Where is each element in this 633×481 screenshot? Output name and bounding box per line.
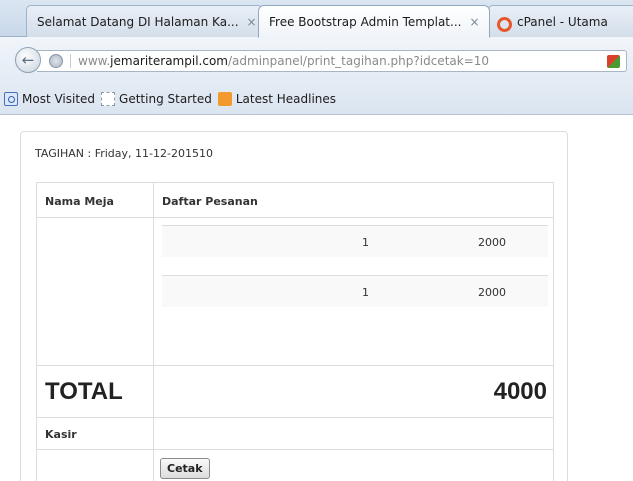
page-title: TAGIHAN : Friday, 11-12-201510 — [35, 147, 213, 160]
item-quantity: 1 — [362, 286, 369, 299]
back-button[interactable]: ← — [15, 47, 41, 73]
total-value: 4000 — [153, 365, 554, 418]
print-button-cell: Cetak — [153, 449, 554, 481]
column-header-daftar-pesanan: Daftar Pesanan — [153, 182, 554, 218]
bookmark-most-visited[interactable]: Most Visited — [4, 91, 95, 106]
bookmarks-bar: Most Visited Getting Started Latest Head… — [0, 83, 633, 115]
page-icon — [101, 91, 116, 106]
rss-icon — [217, 91, 232, 106]
bookmark-getting-started[interactable]: Getting Started — [101, 91, 212, 106]
list-item: 1 2000 — [162, 275, 548, 307]
total-label: TOTAL — [36, 365, 154, 418]
print-button[interactable]: Cetak — [160, 458, 210, 479]
url-separator — [70, 54, 71, 68]
empty-cell — [36, 449, 154, 481]
tab-label: Free Bootstrap Admin Templat... — [269, 14, 462, 29]
tab-strip: Selamat Datang DI Halaman Ka... × Free B… — [0, 0, 633, 38]
addon-icon[interactable] — [607, 55, 620, 68]
bookmark-latest-headlines[interactable]: Latest Headlines — [217, 91, 336, 106]
item-price: 2000 — [478, 236, 506, 249]
most-visited-icon — [4, 91, 18, 106]
tab-cpanel[interactable]: cPanel - Utama — [488, 5, 633, 37]
invoice-table: Nama Meja Daftar Pesanan 1 2000 1 2000 T… — [36, 182, 554, 481]
url-text[interactable]: www.jemariterampil.com/adminpanel/print_… — [78, 54, 489, 68]
invoice-panel: TAGIHAN : Friday, 11-12-201510 Nama Meja… — [20, 131, 568, 481]
globe-icon — [49, 54, 63, 68]
table-name-cell — [36, 217, 154, 366]
tab-selamat-datang[interactable]: Selamat Datang DI Halaman Ka... × — [26, 5, 263, 37]
tab-label: Selamat Datang DI Halaman Ka... — [37, 14, 239, 29]
close-icon[interactable]: × — [469, 15, 479, 29]
tab-label: cPanel - Utama — [517, 14, 608, 29]
kasir-label: Kasir — [36, 417, 154, 450]
item-price: 2000 — [478, 286, 506, 299]
navigation-bar: www.jemariterampil.com/adminpanel/print_… — [0, 37, 633, 83]
tab-free-bootstrap[interactable]: Free Bootstrap Admin Templat... × — [258, 5, 490, 38]
arrow-left-icon: ← — [21, 51, 35, 69]
item-quantity: 1 — [362, 236, 369, 249]
list-item: 1 2000 — [162, 225, 548, 257]
order-list-cell: 1 2000 1 2000 — [153, 217, 554, 366]
column-header-nama-meja: Nama Meja — [36, 182, 154, 218]
kasir-value-cell — [153, 417, 554, 450]
close-icon[interactable]: × — [247, 15, 257, 29]
cpanel-icon — [497, 15, 512, 32]
url-bar[interactable]: www.jemariterampil.com/adminpanel/print_… — [37, 50, 627, 72]
